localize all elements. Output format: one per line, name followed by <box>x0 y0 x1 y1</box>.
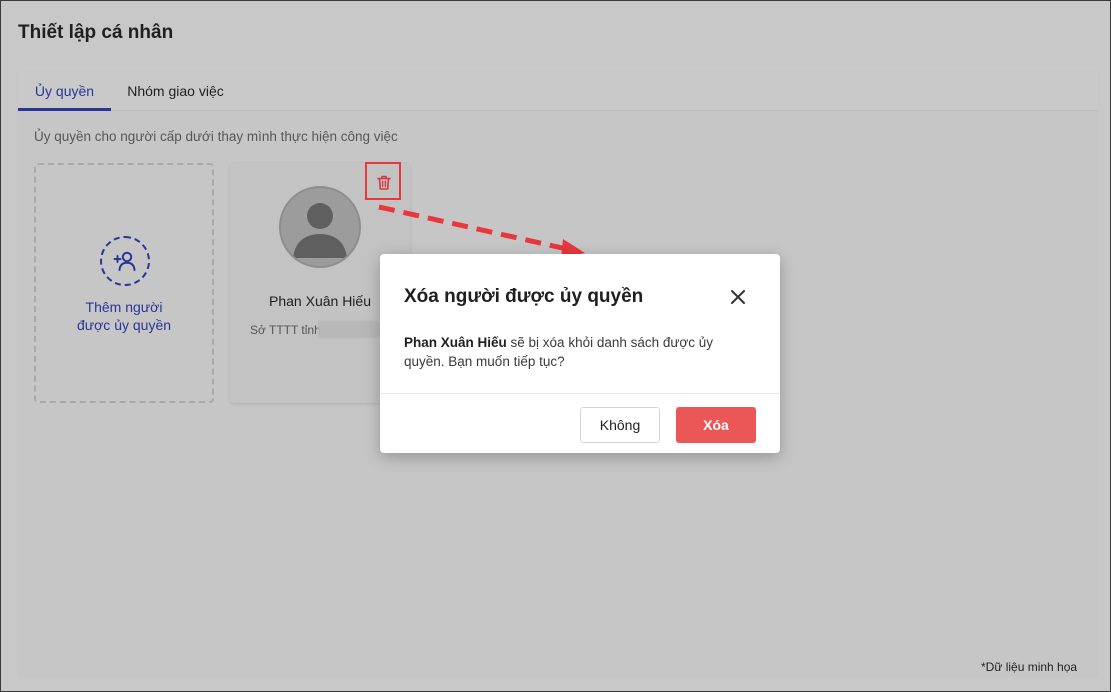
dialog-title: Xóa người được ủy quyền <box>404 286 644 307</box>
footnote: *Dữ liệu minh họa <box>981 660 1078 674</box>
delete-confirm-dialog: Xóa người được ủy quyền Phan Xuân Hiếu s… <box>380 254 780 453</box>
close-icon <box>731 290 745 304</box>
dialog-divider <box>380 393 780 394</box>
page-title: Thiết lập cá nhân <box>18 22 174 43</box>
tab-task-group[interactable]: Nhóm giao việc <box>124 72 227 111</box>
screenshot-frame: Thiết lập cá nhân Ủy quyền Nhóm giao việ… <box>0 0 1111 692</box>
tab-delegation[interactable]: Ủy quyền <box>18 72 111 111</box>
delegation-description: Ủy quyền cho người cấp dưới thay mình th… <box>34 129 398 144</box>
avatar <box>279 186 361 268</box>
trash-icon <box>377 175 391 190</box>
close-dialog-button[interactable] <box>728 287 748 307</box>
dialog-message: Phan Xuân Hiếu sẽ bị xóa khỏi danh sách … <box>404 333 744 371</box>
delete-delegate-button[interactable] <box>365 162 401 200</box>
delegate-organization: Sở TTTT tỉnh <box>250 323 321 337</box>
cancel-button[interactable]: Không <box>580 407 660 443</box>
add-delegate-label: Thêm người được ủy quyền <box>36 298 212 334</box>
tab-bar: Ủy quyền Nhóm giao việc <box>18 72 1098 111</box>
add-delegate-card[interactable]: Thêm người được ủy quyền <box>34 163 214 403</box>
redacted-text <box>318 321 380 338</box>
add-delegate-label-line2: được ủy quyền <box>76 317 172 333</box>
confirm-delete-button[interactable]: Xóa <box>676 407 756 443</box>
add-delegate-label-line1: Thêm người <box>85 299 163 315</box>
add-user-icon <box>100 236 150 286</box>
dialog-message-name: Phan Xuân Hiếu <box>404 335 507 350</box>
